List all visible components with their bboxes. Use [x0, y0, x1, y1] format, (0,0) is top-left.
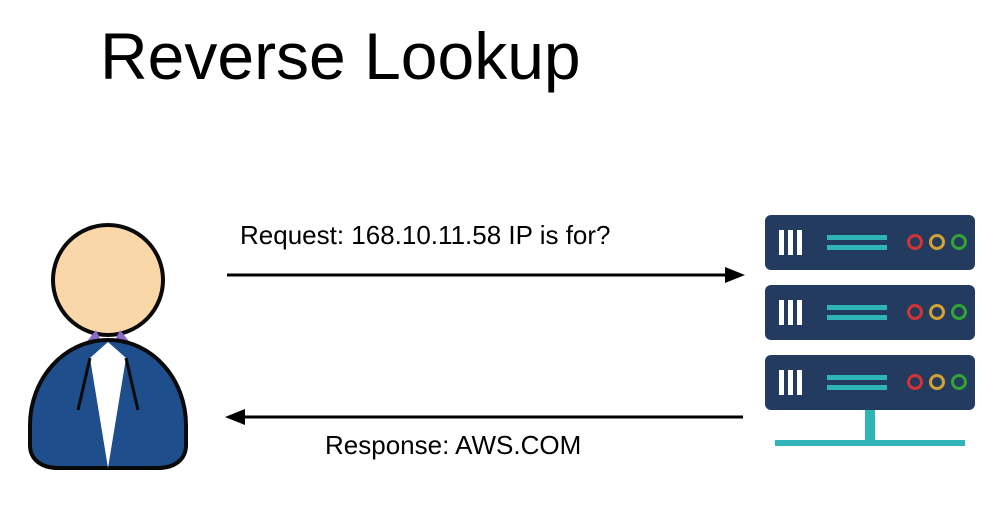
server-icon: [765, 215, 975, 475]
request-label: Request: 168.10.11.58 IP is for?: [240, 220, 611, 251]
request-arrow-icon: [225, 260, 745, 290]
response-arrow-icon: [225, 402, 745, 432]
diagram-title: Reverse Lookup: [100, 18, 581, 94]
response-label: Response: AWS.COM: [325, 430, 581, 461]
user-icon: [18, 210, 198, 470]
